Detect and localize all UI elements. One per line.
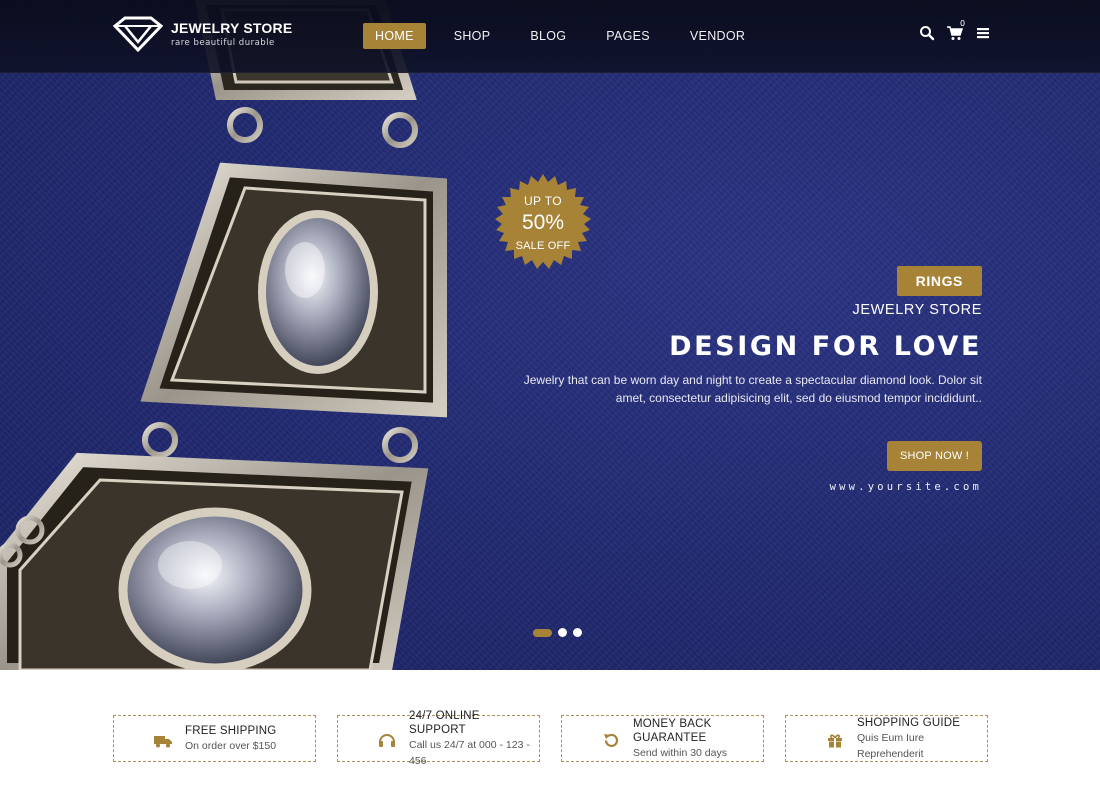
hero-description: Jewelry that can be worn day and night t… [522, 371, 982, 407]
slide-dot-1[interactable] [533, 628, 552, 637]
badge-line-1: UP TO [523, 194, 563, 208]
hero-caption: RINGS JEWELRY STORE DESIGN FOR LOVE Jewe… [522, 266, 982, 493]
hero-description-line-2: amet, consectetur adipisicing elit, sed … [615, 391, 982, 405]
feature-title: 24/7 ONLINE SUPPORT [409, 709, 480, 736]
feature-subtitle: Call us 24/7 at 000 - 123 - 456 [409, 738, 530, 767]
search-icon[interactable] [918, 24, 936, 42]
category-tag[interactable]: RINGS [896, 266, 982, 296]
truck-icon [154, 736, 172, 748]
brand-tagline: rare beautiful durable [171, 37, 275, 48]
slider-pagination [533, 628, 588, 637]
nav-vendor[interactable]: VENDOR [678, 23, 757, 49]
headset-icon [379, 734, 395, 747]
feature-title: FREE SHIPPING [185, 724, 277, 737]
site-logo[interactable]: JEWELRY STORE rare beautiful durable [113, 16, 292, 52]
feature-title: SHOPPING GUIDE [857, 716, 961, 729]
feature-subtitle: Quis Eum Iure Reprehenderit [857, 731, 925, 760]
feature-free-shipping: FREE SHIPPING On order over $150 [113, 715, 316, 762]
diamond-logo-icon [113, 16, 163, 52]
nav-home[interactable]: HOME [363, 23, 426, 49]
necklace-image [0, 0, 447, 670]
brand-name: JEWELRY STORE [171, 19, 293, 36]
refresh-icon [604, 733, 619, 747]
nav-blog[interactable]: BLOG [518, 23, 578, 49]
badge-line-3: SALE OFF [515, 240, 571, 252]
header-tools: 0 [918, 19, 1002, 42]
feature-subtitle: On order over $150 [185, 739, 277, 752]
hero-description-line-1: Jewelry that can be worn day and night t… [523, 373, 982, 387]
cart-icon[interactable]: 0 [946, 19, 965, 42]
feature-strip: FREE SHIPPING On order over $150 24/7 ON… [113, 710, 1009, 767]
feature-money-back: MONEY BACK GUARANTEE Send within 30 days [561, 715, 764, 762]
slide-dot-3[interactable] [573, 628, 582, 637]
nav-pages[interactable]: PAGES [594, 23, 662, 49]
feature-subtitle: Send within 30 days [633, 746, 727, 759]
main-nav: HOME SHOP BLOG PAGES VENDOR [363, 23, 773, 49]
nav-shop[interactable]: SHOP [442, 23, 503, 49]
feature-online-support: 24/7 ONLINE SUPPORT Call us 24/7 at 000 … [337, 710, 540, 767]
menu-icon[interactable] [974, 24, 992, 42]
site-url: www.yoursite.com [829, 481, 982, 493]
site-header: JEWELRY STORE rare beautiful durable HOM… [0, 0, 1100, 73]
gift-icon [828, 734, 842, 748]
hero-slider: UP TO 50% SALE OFF RINGS JEWELRY STORE D… [0, 0, 1100, 670]
feature-title: MONEY BACK GUARANTEE [633, 717, 712, 744]
shop-now-button[interactable]: SHOP NOW ! [886, 441, 982, 471]
slide-dot-2[interactable] [558, 628, 567, 637]
hero-subtitle: JEWELRY STORE [852, 302, 982, 318]
hero-headline: DESIGN FOR LOVE [669, 331, 982, 362]
feature-shopping-guide: SHOPPING GUIDE Quis Eum Iure Reprehender… [785, 715, 988, 762]
sale-badge: UP TO 50% SALE OFF [495, 174, 591, 270]
badge-percent: 50% [521, 211, 565, 234]
cart-count: 0 [960, 19, 966, 28]
